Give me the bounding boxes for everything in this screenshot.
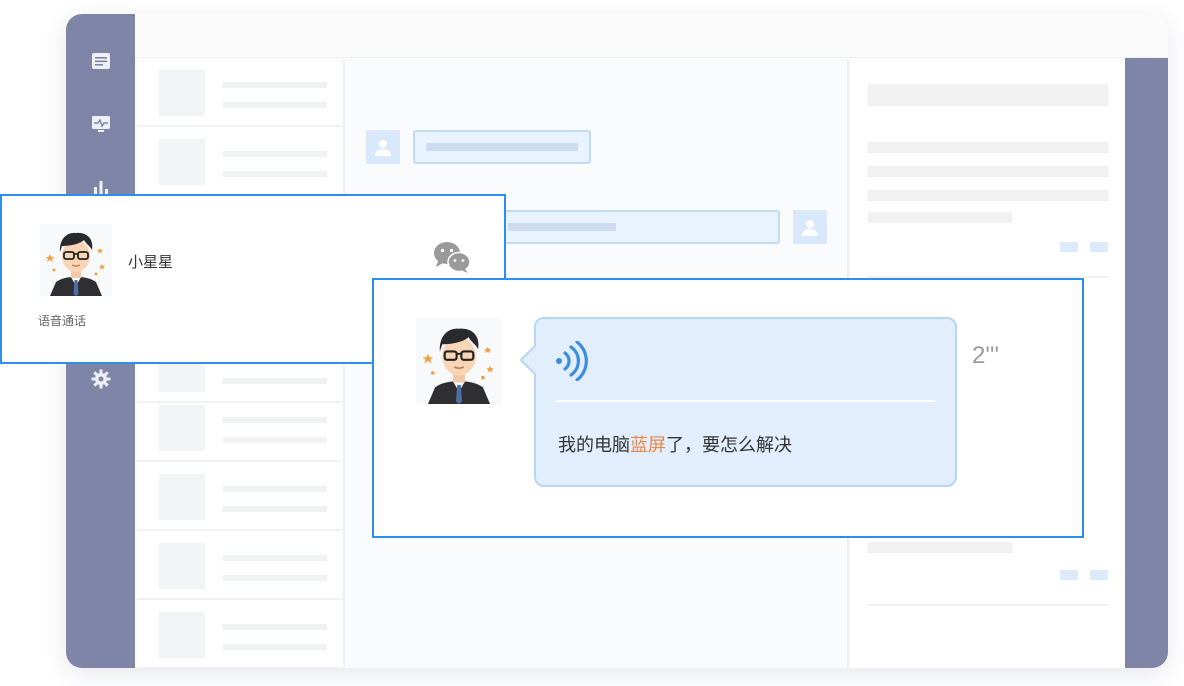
- chat-bubble: [413, 130, 591, 164]
- list-item[interactable]: [137, 533, 345, 600]
- voice-transcript: 我的电脑蓝屏了，要怎么解决: [558, 435, 792, 455]
- monitor-icon[interactable]: [90, 113, 112, 135]
- user-avatar-icon: [793, 210, 827, 244]
- voice-message-bubble[interactable]: 我的电脑蓝屏了，要怎么解决: [519, 317, 957, 487]
- list-item[interactable]: [137, 602, 345, 668]
- chat-bubble: [496, 210, 780, 244]
- wechat-icon[interactable]: [432, 240, 472, 274]
- bubble-divider: [556, 400, 935, 402]
- list-item[interactable]: [137, 129, 345, 196]
- list-item[interactable]: [137, 60, 345, 127]
- caller-avatar: [40, 224, 112, 296]
- document-icon[interactable]: [90, 50, 112, 72]
- highlighted-keyword: 蓝屏: [630, 435, 666, 455]
- right-rail: [1125, 58, 1168, 668]
- voice-wave-icon[interactable]: [554, 340, 588, 382]
- list-item[interactable]: [137, 395, 345, 462]
- voice-message-card: 我的电脑蓝屏了，要怎么解决 2''': [372, 278, 1084, 538]
- conversation-list: [137, 60, 345, 668]
- user-avatar-icon: [366, 130, 400, 164]
- caller-name: 小星星: [128, 254, 174, 271]
- list-item[interactable]: [137, 464, 345, 531]
- topbar: [135, 14, 1168, 58]
- sender-avatar: [416, 318, 502, 404]
- call-type-label: 语音通话: [38, 314, 87, 328]
- settings-icon[interactable]: [90, 368, 112, 390]
- voice-duration: 2''': [972, 342, 1000, 369]
